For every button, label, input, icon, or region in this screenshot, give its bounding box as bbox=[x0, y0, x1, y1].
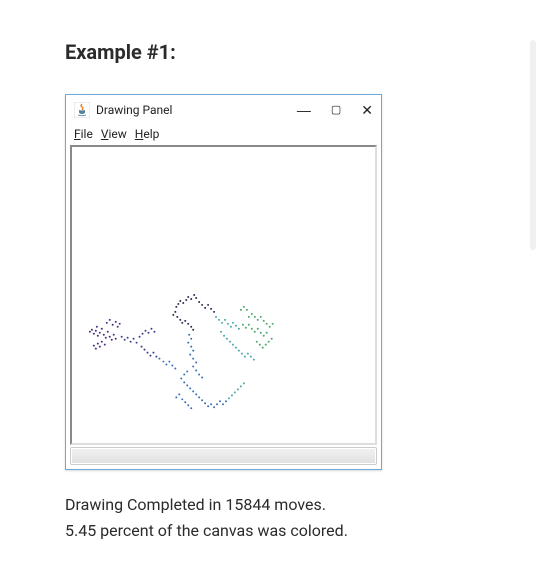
menu-file[interactable]: File bbox=[72, 127, 95, 141]
caption-line-1: Drawing Completed in 15844 moves. bbox=[65, 492, 540, 518]
maximize-button[interactable]: ▢ bbox=[331, 105, 341, 116]
window-title: Drawing Panel bbox=[96, 103, 297, 117]
output-caption: Drawing Completed in 15844 moves. 5.45 p… bbox=[65, 492, 540, 545]
caption-line-2: 5.45 percent of the canvas was colored. bbox=[65, 518, 540, 544]
close-button[interactable]: ✕ bbox=[361, 103, 373, 117]
menubar: File View Help bbox=[66, 125, 381, 145]
minimize-button[interactable]: — bbox=[297, 103, 311, 117]
menu-help[interactable]: Help bbox=[133, 127, 162, 141]
menu-view[interactable]: View bbox=[99, 127, 129, 141]
page-scroll-indicator[interactable] bbox=[530, 40, 536, 250]
fractal-drawing bbox=[72, 147, 375, 443]
drawing-canvas bbox=[70, 145, 377, 445]
window-titlebar: Drawing Panel — ▢ ✕ bbox=[66, 95, 381, 125]
java-icon bbox=[74, 102, 90, 118]
drawing-panel-window: Drawing Panel — ▢ ✕ File View Help bbox=[65, 94, 382, 470]
example-heading: Example #1: bbox=[65, 40, 540, 64]
horizontal-scrollbar[interactable] bbox=[70, 447, 377, 465]
